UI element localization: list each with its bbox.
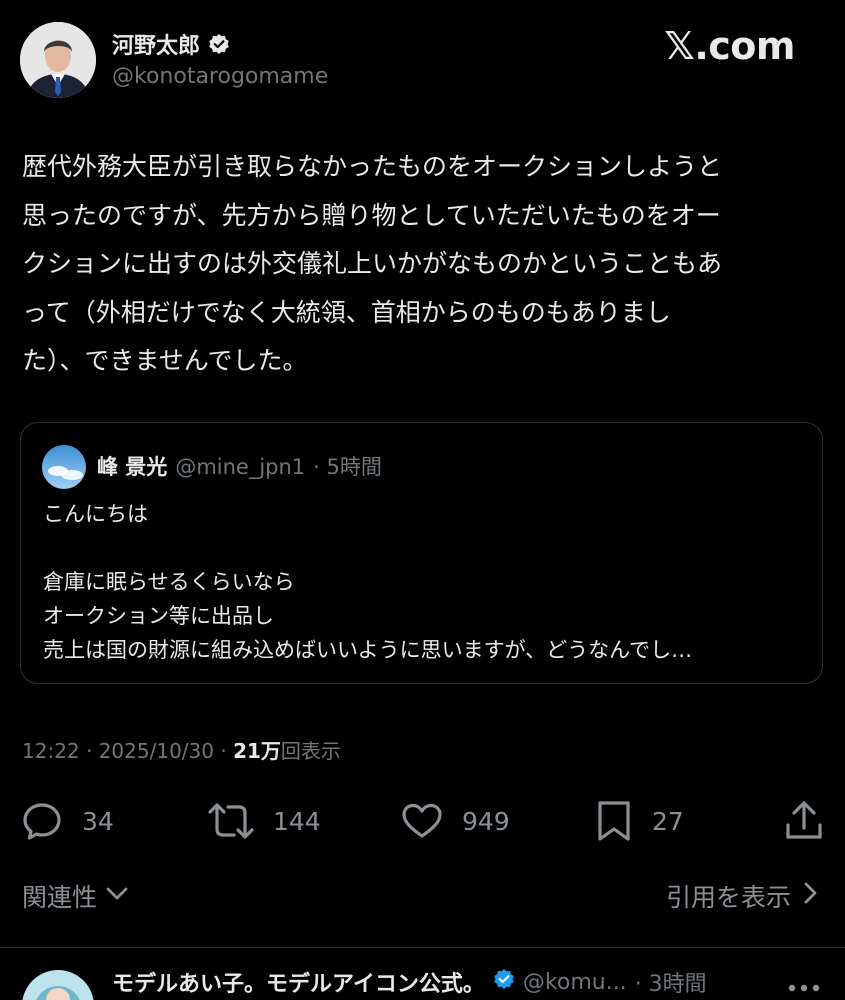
x-logo: 𝕏.com: [664, 24, 795, 68]
post-text: 歴代外務大臣が引き取らなかったものをオークションしようと 思ったのですが、先方か…: [22, 152, 723, 375]
post-timestamp[interactable]: 12:22 · 2025/10/30 ·: [22, 739, 233, 763]
share-button[interactable]: [782, 790, 826, 852]
repost-button[interactable]: 144: [207, 790, 321, 852]
views-label: 回表示: [280, 739, 341, 763]
reply-author-name[interactable]: モデルあい子。モデルアイコン公式。: [112, 966, 485, 998]
author-avatar[interactable]: [20, 22, 96, 98]
heart-icon: [400, 799, 444, 843]
bookmark-icon: [594, 799, 634, 843]
reply-icon: [20, 799, 64, 843]
chevron-down-icon: [103, 879, 131, 913]
reply-button[interactable]: 34: [20, 790, 114, 852]
quoted-post[interactable]: 峰 景光 @mine_jpn1 · 5時間 こんにちは 倉庫に眠らせるくらいなら…: [20, 422, 823, 684]
verified-badge-icon: [208, 33, 230, 55]
repost-icon: [207, 799, 255, 843]
post-header: 河野太郎 @konotarogomame 𝕏.com: [0, 0, 845, 110]
show-quotes-link[interactable]: 引用を表示: [666, 878, 819, 914]
quoted-post-text: こんにちは 倉庫に眠らせるくらいなら オークション等に出品し 売上は国の財源に組…: [43, 497, 803, 667]
post-meta: 12:22 · 2025/10/30 · 21万回表示: [22, 735, 341, 764]
sort-label: 関連性: [22, 883, 98, 912]
reply-author-handle: @komu...: [522, 969, 627, 995]
quoted-text-line: 倉庫に眠らせるくらいなら: [43, 570, 295, 594]
reply-post[interactable]: モデルあい子。モデルアイコン公式。 @komu... · 3時間: [0, 948, 845, 1000]
repost-count: 144: [273, 806, 321, 836]
author-handle[interactable]: @konotarogomame: [112, 64, 328, 89]
reply-author-avatar[interactable]: [22, 970, 94, 1000]
chevron-right-icon: [801, 879, 819, 913]
like-button[interactable]: 949: [400, 790, 510, 852]
quoted-text-line: オークション等に出品し: [43, 604, 274, 628]
bookmark-button[interactable]: 27: [594, 790, 684, 852]
more-options-icon[interactable]: [787, 978, 821, 997]
share-icon: [782, 799, 826, 843]
show-quotes-label: 引用を表示: [665, 883, 791, 912]
verified-badge-icon: [493, 968, 515, 996]
quoted-text-line: 売上は国の財源に組み込めばいいように思いますが、どうなんでし…: [43, 638, 693, 662]
sort-relevance-dropdown[interactable]: 関連性: [22, 878, 131, 914]
quoted-text-line: こんにちは: [43, 502, 148, 526]
quoted-author-handle: @mine_jpn1: [175, 455, 306, 479]
bookmark-count: 27: [652, 806, 684, 836]
action-bar: 34 144 949 27: [0, 790, 845, 852]
like-count: 949: [462, 806, 510, 836]
author-name[interactable]: 河野太郎: [112, 28, 200, 60]
reply-post-time: · 3時間: [634, 972, 707, 997]
quoted-text-line: [43, 531, 803, 565]
views-count: 21万: [233, 739, 281, 763]
quoted-author-avatar[interactable]: [42, 445, 86, 489]
quoted-author-name[interactable]: 峰 景光: [97, 451, 167, 481]
reply-count: 34: [82, 806, 114, 836]
quoted-post-time: · 5時間: [313, 455, 382, 479]
